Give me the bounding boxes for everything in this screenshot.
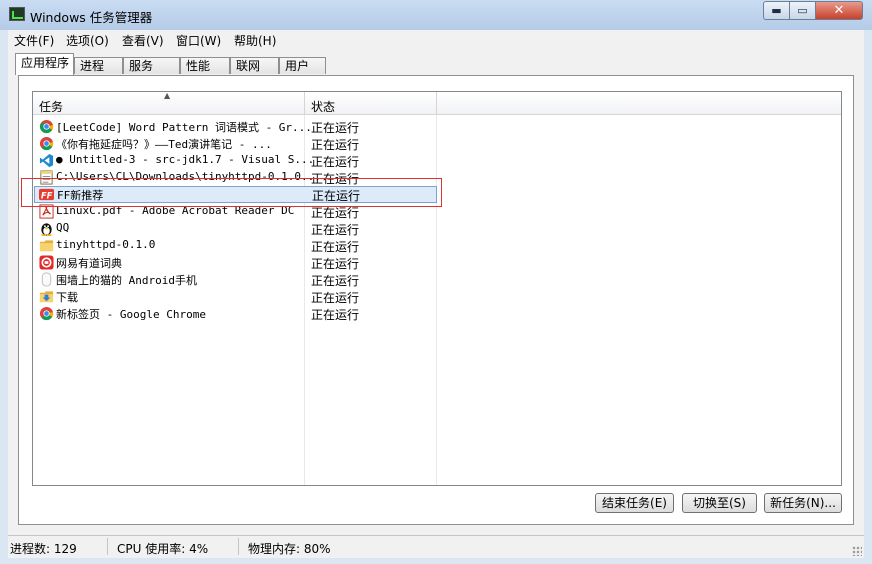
table-row[interactable]: 网易有道词典 正在运行 [34,254,437,271]
status-memory-usage: 物理内存: 80% [248,542,331,556]
resize-grip-icon[interactable] [852,546,862,556]
close-button[interactable]: ✕ [815,1,863,20]
tab-strip: 应用程序 进程 服务 性能 联网 用户 [8,49,864,75]
task-status: 正在运行 [311,257,360,271]
table-row[interactable]: 新标签页 - Google Chrome 正在运行 [34,305,437,322]
task-name: [LeetCode] Word Pattern 词语模式 - Gr... [56,121,312,134]
task-name: 网易有道词典 [56,257,122,270]
column-header-task-label: 任务 [39,100,64,114]
title-bar: Windows 任务管理器 ▬ ▭ ✕ [0,0,872,30]
status-bar: 进程数: 129 CPU 使用率: 4% 物理内存: 80% [8,535,864,558]
end-task-button[interactable]: 结束任务(E) [595,493,674,513]
task-status: 正在运行 [311,206,360,220]
tab-networking[interactable]: 联网 [230,57,279,74]
tab-applications[interactable]: 应用程序 [15,53,74,75]
status-cpu-usage: CPU 使用率: 4% [117,542,209,556]
menu-file[interactable]: 文件(F) [14,32,54,49]
tab-users[interactable]: 用户 [279,57,326,74]
column-header-empty [437,92,841,115]
task-status: 正在运行 [311,308,360,322]
table-row[interactable]: LinuxC.pdf - Adobe Acrobat Reader DC 正在运… [34,203,437,220]
status-divider [238,538,239,555]
task-status: 正在运行 [312,189,361,203]
task-status: 正在运行 [311,172,360,186]
menu-help[interactable]: 帮助(H) [234,32,276,49]
column-header-status-label: 状态 [311,100,336,114]
phone-icon [41,272,52,287]
svg-text:FF: FF [41,190,53,200]
task-status: 正在运行 [311,138,360,152]
table-row[interactable]: C:\Users\CL\Downloads\tinyhttpd-0.1.0...… [34,169,437,186]
ff-icon: FF [39,188,54,200]
table-row[interactable]: tinyhttpd-0.1.0 正在运行 [34,237,437,254]
task-name: 新标签页 - Google Chrome [56,308,206,321]
task-status: 正在运行 [311,121,360,135]
chrome-icon [39,119,54,134]
folder-icon [39,240,54,252]
task-manager-app-icon [9,7,25,21]
new-task-button[interactable]: 新任务(N)... [764,493,842,513]
download-folder-icon [39,291,54,303]
youdao-icon [39,255,54,270]
status-divider [107,538,108,555]
status-process-count: 进程数: 129 [10,542,77,556]
vscode-icon [39,153,54,168]
task-name: 下载 [56,291,78,304]
chrome-icon [39,136,54,151]
maximize-button[interactable]: ▭ [789,1,816,20]
sort-ascending-icon: ▲ [164,91,171,100]
column-header-task[interactable]: ▲ 任务 [33,92,305,115]
switch-to-button[interactable]: 切换至(S) [682,493,757,513]
panel-frame: ▲ 任务 状态 [LeetCode] Word Pattern 词语模式 - G… [18,75,854,525]
task-status: 正在运行 [311,223,360,237]
column-header-status[interactable]: 状态 [305,92,437,115]
task-name: FF新推荐 [57,189,104,202]
menu-options[interactable]: 选项(O) [66,32,109,49]
tab-performance[interactable]: 性能 [180,57,230,74]
task-name: tinyhttpd-0.1.0 [56,238,156,251]
applications-panel: ▲ 任务 状态 [LeetCode] Word Pattern 词语模式 - G… [8,75,864,535]
table-row[interactable]: ● Untitled-3 - src-jdk1.7 - Visual S... … [34,152,437,169]
task-list[interactable]: ▲ 任务 状态 [LeetCode] Word Pattern 词语模式 - G… [32,91,842,486]
table-row[interactable]: 下载 正在运行 [34,288,437,305]
task-status: 正在运行 [311,274,360,288]
notepad-icon [40,170,53,185]
minimize-button[interactable]: ▬ [763,1,790,20]
task-name: ● Untitled-3 - src-jdk1.7 - Visual S... [56,153,315,166]
qq-penguin-icon [41,223,52,236]
table-row[interactable]: 《你有拖延症吗？》——Ted演讲笔记 - ... 正在运行 [34,135,437,152]
table-row-selected[interactable]: FF FF新推荐 正在运行 [34,186,437,203]
tab-services[interactable]: 服务 [123,57,180,74]
task-name: QQ [56,221,70,234]
tab-processes[interactable]: 进程 [74,57,123,74]
menu-view[interactable]: 查看(V) [122,32,164,49]
task-name: C:\Users\CL\Downloads\tinyhttpd-0.1.0... [56,170,321,183]
menu-bar: 文件(F) 选项(O) 查看(V) 窗口(W) 帮助(H) [8,30,864,49]
task-status: 正在运行 [311,155,360,169]
chrome-icon [39,306,54,321]
task-name: 围墙上的猫的 Android手机 [56,274,197,287]
acrobat-icon [39,204,54,219]
table-row[interactable]: 围墙上的猫的 Android手机 正在运行 [34,271,437,288]
table-row[interactable]: QQ 正在运行 [34,220,437,237]
task-status: 正在运行 [311,240,360,254]
menu-window[interactable]: 窗口(W) [176,32,221,49]
window-title: Windows 任务管理器 [30,10,153,25]
task-name: LinuxC.pdf - Adobe Acrobat Reader DC [56,204,295,217]
table-row[interactable]: [LeetCode] Word Pattern 词语模式 - Gr... 正在运… [34,118,437,135]
task-name: 《你有拖延症吗？》——Ted演讲笔记 - ... [56,138,272,151]
task-status: 正在运行 [311,291,360,305]
